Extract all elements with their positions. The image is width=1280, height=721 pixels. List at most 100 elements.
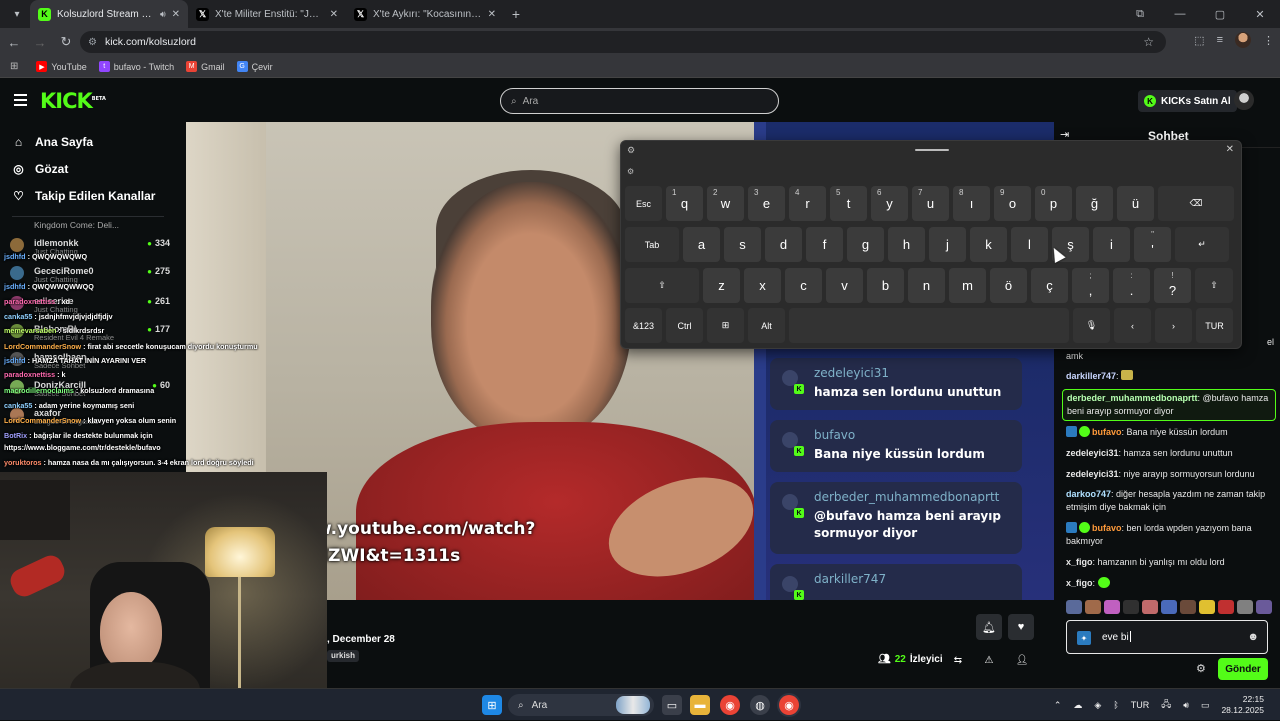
key-m[interactable]: m (949, 268, 986, 303)
emote[interactable] (1199, 600, 1215, 614)
reload-button[interactable]: ↻ (54, 30, 78, 54)
key-i[interactable]: i (1093, 227, 1130, 262)
chrome-icon[interactable]: ◉ (720, 695, 740, 715)
emote[interactable] (1218, 600, 1234, 614)
address-bar[interactable]: ⚙ kick.com/kolsuzlord ☆ (80, 31, 1166, 53)
key-f[interactable]: f (806, 227, 843, 262)
chat-username[interactable]: darkiller747 (1066, 371, 1116, 381)
follow-heart-button[interactable]: ♥ (1008, 614, 1034, 640)
key-&123[interactable]: &123 (625, 308, 662, 343)
user-avatar[interactable] (1234, 90, 1254, 110)
key-e[interactable]: 3e (748, 186, 785, 221)
input-language[interactable]: TUR (1131, 700, 1150, 710)
key-Esc[interactable]: Esc (625, 186, 662, 221)
followed-channel-partial[interactable]: Kingdom Come: Deli... (10, 218, 170, 236)
chat-username[interactable]: derbeder_muhammedbonaprtt (1067, 393, 1198, 403)
chat-username[interactable]: darkoo747 (1066, 489, 1111, 499)
emoji-picker-icon[interactable]: ☻ (1247, 631, 1259, 643)
key-[interactable]: ;, (1072, 268, 1109, 303)
bluetooth-icon[interactable]: ᛒ (1113, 700, 1118, 710)
site-search-input[interactable]: ⌕ Ara (500, 88, 779, 114)
key-Ctrl[interactable]: Ctrl (666, 308, 703, 343)
chat-username[interactable]: zedeleyici31 (1066, 448, 1119, 458)
key-shift[interactable]: ⇧ (625, 268, 699, 303)
key-a[interactable]: a (683, 227, 720, 262)
onedrive-icon[interactable]: ☁ (1073, 700, 1082, 711)
volume-icon[interactable]: 🔊︎ (1183, 700, 1189, 711)
new-tab-button[interactable]: + (504, 6, 528, 22)
bookmark-gmail[interactable]: M Gmail (186, 61, 225, 72)
key-ğ[interactable]: ğ (1076, 186, 1113, 221)
close-tab-icon[interactable]: ✕ (488, 9, 496, 20)
battery-icon[interactable]: ▭ (1201, 700, 1210, 711)
key-h[interactable]: h (888, 227, 925, 262)
key-x[interactable]: x (744, 268, 781, 303)
key-backspace[interactable]: ⌫ (1158, 186, 1234, 221)
network-icon[interactable]: 🖧︎ (1161, 697, 1171, 713)
key-[interactable]: !? (1154, 268, 1191, 303)
file-explorer-icon[interactable]: ▬ (690, 695, 710, 715)
key-[interactable]: › (1155, 308, 1192, 343)
key-d[interactable]: d (765, 227, 802, 262)
obs-icon[interactable]: ◍ (750, 695, 770, 715)
emote[interactable] (1123, 600, 1139, 614)
emote[interactable] (1085, 600, 1101, 614)
clock[interactable]: 22:15 28.12.2025 (1221, 694, 1264, 716)
key-shift[interactable]: ⇧ (1195, 268, 1233, 303)
key-o[interactable]: 9o (994, 186, 1031, 221)
key-[interactable]: :. (1113, 268, 1150, 303)
keyboard-layout-icon[interactable]: ⚙ (627, 167, 634, 176)
forward-button[interactable]: → (28, 30, 52, 54)
emote[interactable] (1161, 600, 1177, 614)
key-ı[interactable]: 8ı (953, 186, 990, 221)
chat-username[interactable]: x_figo (1066, 557, 1093, 567)
buy-kicks-button[interactable]: K KICKs Satın Al (1138, 90, 1237, 112)
send-message-button[interactable]: Gönder (1218, 658, 1268, 680)
close-tab-icon[interactable]: ✕ (172, 9, 180, 20)
key-s[interactable]: s (724, 227, 761, 262)
tab-militer-enstitu[interactable]: 𝕏 X'te Militer Enstitü: "Japonya, Türk ✕ (188, 0, 346, 28)
emote[interactable] (1180, 600, 1196, 614)
tab-aykiri[interactable]: 𝕏 X'te Aykırı: "Kocasının cezaevinde ✕ (346, 0, 504, 28)
profile-avatar[interactable] (1235, 32, 1251, 48)
back-button[interactable]: ← (2, 30, 26, 54)
share-icon[interactable]: ⇆ (951, 653, 965, 667)
emote[interactable] (1237, 600, 1253, 614)
windows-start-icon[interactable]: ⊞ (482, 695, 502, 715)
chat-username[interactable]: zedeleyici31 (1066, 469, 1119, 479)
extensions-icon[interactable]: ⬚ (1194, 34, 1204, 47)
close-window-button[interactable]: ✕ (1240, 0, 1280, 28)
add-user-icon[interactable]: 👤︎ (1015, 653, 1029, 667)
key-y[interactable]: 6y (871, 186, 908, 221)
speaker-icon[interactable]: 🔊︎ (160, 9, 166, 20)
chat-username[interactable]: bufavo (1092, 427, 1122, 437)
key-p[interactable]: 0p (1035, 186, 1072, 221)
key-w[interactable]: 2w (707, 186, 744, 221)
nav-following[interactable]: ♡ Takip Edilen Kanallar (12, 189, 155, 203)
key-ç[interactable]: ç (1031, 268, 1068, 303)
tray-overflow-icon[interactable]: ⌃ (1054, 700, 1062, 711)
menu-icon[interactable]: ⋮ (1263, 34, 1274, 47)
emote[interactable] (1104, 600, 1120, 614)
chat-username[interactable]: x_figo (1066, 578, 1093, 588)
key-v[interactable]: v (826, 268, 863, 303)
keyboard-settings-gear-icon[interactable]: ⚙ (627, 145, 635, 156)
bookmark-translate[interactable]: G Çevir (236, 61, 273, 72)
chat-message-input[interactable]: ✦ eve bi ☻ (1066, 620, 1268, 654)
minimize-button[interactable]: — (1160, 0, 1200, 28)
nav-home[interactable]: ⌂ Ana Sayfa (12, 135, 93, 149)
task-view-icon[interactable]: ▭ (662, 695, 682, 715)
kick-logo[interactable]: KICKBETA (40, 89, 106, 113)
restore-tabs-icon[interactable]: ⧉ (1120, 0, 1160, 28)
hamburger-menu-icon[interactable] (14, 94, 27, 106)
emote[interactable] (1142, 600, 1158, 614)
language-tag[interactable]: urkish (327, 650, 360, 662)
key-c[interactable]: c (785, 268, 822, 303)
emote[interactable] (1066, 600, 1082, 614)
taskbar-search[interactable]: ⌕ Ara (508, 694, 654, 716)
key-microphone-icon[interactable]: 🎙 (1073, 308, 1110, 343)
key-g[interactable]: g (847, 227, 884, 262)
tab-kolsuzlord[interactable]: K Kolsuzlord Stream - Watch Live on Kick… (30, 0, 188, 28)
bookmark-star-icon[interactable]: ☆ (1143, 35, 1154, 49)
close-keyboard-icon[interactable]: ✕ (1226, 144, 1234, 155)
